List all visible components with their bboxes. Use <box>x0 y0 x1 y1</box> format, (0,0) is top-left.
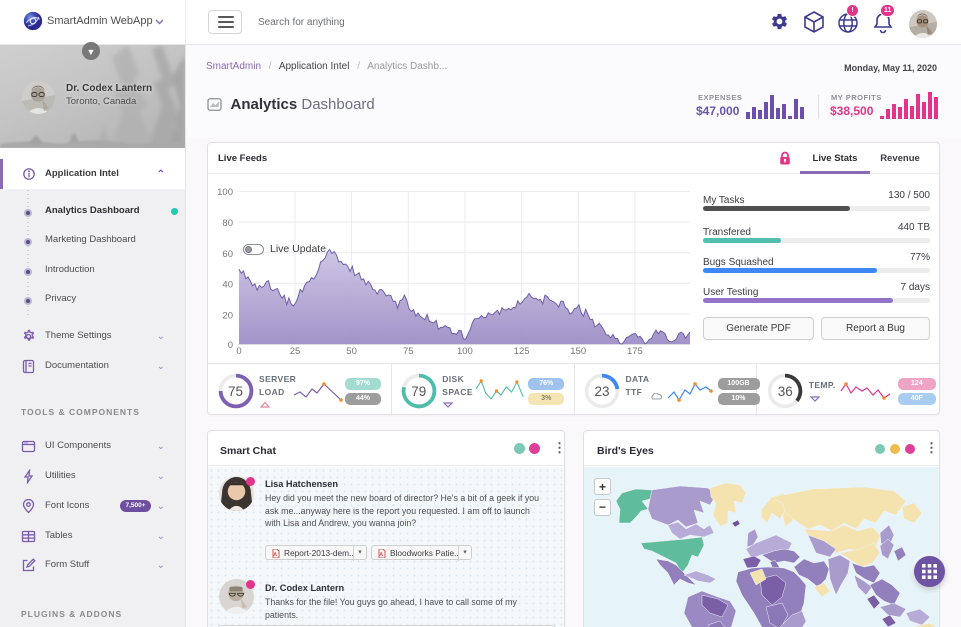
svg-text:175: 175 <box>627 346 643 357</box>
svg-text:A: A <box>379 552 383 558</box>
svg-text:150: 150 <box>570 346 586 357</box>
svg-text:25: 25 <box>290 346 301 357</box>
svg-text:60: 60 <box>222 249 233 260</box>
svg-text:100: 100 <box>217 187 233 198</box>
svg-text:0: 0 <box>228 340 233 351</box>
svg-text:80: 80 <box>222 218 233 229</box>
svg-text:75: 75 <box>403 346 414 357</box>
svg-text:40: 40 <box>222 280 233 291</box>
svg-text:A: A <box>273 552 277 558</box>
svg-text:20: 20 <box>222 310 233 321</box>
svg-text:50: 50 <box>346 346 357 357</box>
svg-text:125: 125 <box>514 346 530 357</box>
svg-text:100: 100 <box>457 346 473 357</box>
svg-text:0: 0 <box>236 346 241 357</box>
